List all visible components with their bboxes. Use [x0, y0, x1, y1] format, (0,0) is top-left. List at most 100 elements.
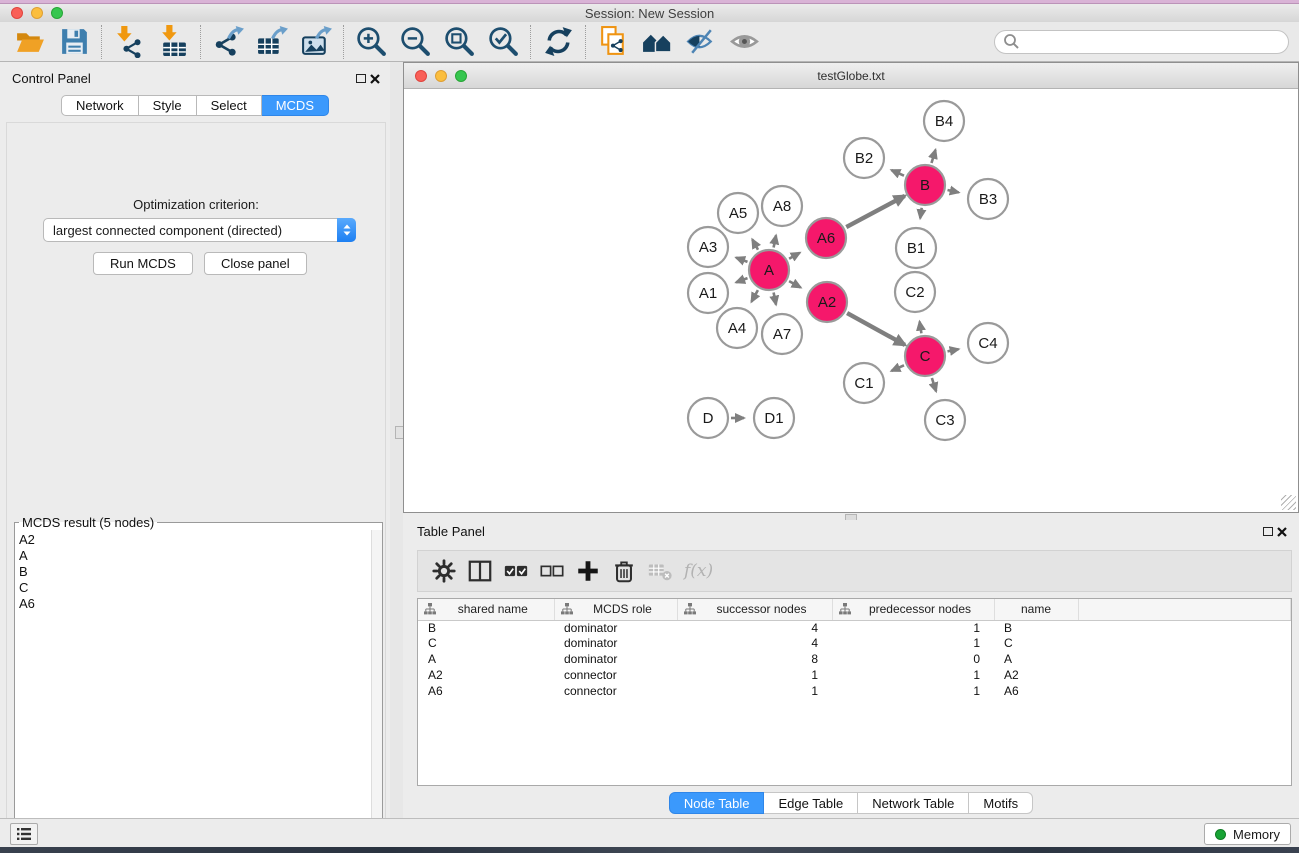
export-image-icon[interactable]	[294, 23, 338, 61]
memory-button[interactable]: Memory	[1204, 823, 1291, 845]
zoom-in-icon[interactable]	[349, 23, 393, 61]
tab-node-table[interactable]: Node Table	[669, 792, 765, 814]
zoom-fit-icon[interactable]	[437, 23, 481, 61]
houses-icon[interactable]	[635, 23, 679, 61]
graph-node-a1[interactable]: A1	[688, 273, 728, 313]
trash-icon[interactable]	[606, 553, 642, 589]
close-panel-button[interactable]: Close panel	[204, 252, 307, 275]
svg-text:C3: C3	[935, 412, 954, 429]
table-cell: 0	[832, 652, 994, 668]
network-canvas[interactable]: A A6 A2 B C A5 A8 A3 A1 A4 A7 B2 B4 B3 B…	[404, 89, 1298, 512]
tab-motifs[interactable]: Motifs	[969, 792, 1033, 814]
close-panel-icon[interactable]	[368, 72, 382, 86]
mcds-result-item[interactable]: B	[19, 564, 371, 580]
graph-node-b[interactable]: B	[905, 165, 945, 205]
refresh-icon[interactable]	[536, 23, 580, 61]
import-table-icon[interactable]	[151, 23, 195, 61]
graph-node-d[interactable]: D	[688, 398, 728, 438]
svg-text:B2: B2	[855, 150, 873, 167]
mcds-result-item[interactable]: A6	[19, 596, 371, 612]
search-box[interactable]	[994, 30, 1289, 54]
show-panels-button[interactable]	[10, 823, 38, 845]
toolbar-separator	[530, 25, 531, 59]
select-stepper-icon	[337, 218, 356, 242]
table-cell: 1	[832, 684, 994, 700]
eye-icon[interactable]	[723, 23, 767, 61]
graph-node-a3[interactable]: A3	[688, 227, 728, 267]
gear-icon[interactable]	[426, 553, 462, 589]
graph-edge	[774, 293, 776, 305]
network-window-titlebar[interactable]: testGlobe.txt	[404, 63, 1298, 89]
tab-select[interactable]: Select	[197, 95, 262, 116]
graph-edge	[789, 281, 801, 287]
application-window: Session: New Session Control Panel	[0, 0, 1299, 853]
tab-network-table[interactable]: Network Table	[858, 792, 969, 814]
graph-edge	[774, 235, 776, 247]
tab-style[interactable]: Style	[139, 95, 197, 116]
graph-edge	[752, 239, 758, 249]
graph-node-c4[interactable]: C4	[968, 323, 1008, 363]
graph-node-a5[interactable]: A5	[718, 193, 758, 233]
mcds-result-item[interactable]: C	[19, 580, 371, 596]
criterion-select[interactable]: largest connected component (directed)	[43, 218, 356, 242]
export-table-icon[interactable]	[250, 23, 294, 61]
graph-node-b3[interactable]: B3	[968, 179, 1008, 219]
svg-text:D: D	[703, 410, 714, 427]
result-scrollbar[interactable]	[371, 530, 382, 853]
open-folder-icon[interactable]	[8, 23, 52, 61]
zoom-selected-icon[interactable]	[481, 23, 525, 61]
table-cell: A2	[418, 668, 554, 684]
graph-node-c2[interactable]: C2	[895, 272, 935, 312]
eye-slash-icon[interactable]	[679, 23, 723, 61]
graph-node-a8[interactable]: A8	[762, 186, 802, 226]
float-panel-icon[interactable]	[354, 72, 368, 86]
column-header-predecessor-nodes[interactable]: predecessor nodes	[832, 599, 994, 620]
column-header-MCDS-role[interactable]: MCDS role	[554, 599, 677, 620]
graph-node-c3[interactable]: C3	[925, 400, 965, 440]
column-header-name[interactable]: name	[994, 599, 1078, 620]
graph-node-a7[interactable]: A7	[762, 314, 802, 354]
graph-edge	[932, 150, 936, 163]
graph-node-b2[interactable]: B2	[844, 138, 884, 178]
table-row[interactable]: Bdominator41B	[418, 620, 1291, 636]
graph-node-c[interactable]: C	[905, 336, 945, 376]
tab-edge-table[interactable]: Edge Table	[764, 792, 858, 814]
search-input[interactable]	[1025, 35, 1280, 49]
resize-grip[interactable]	[1281, 495, 1296, 510]
graph-edge	[920, 208, 922, 219]
table-row[interactable]: A2connector11A2	[418, 668, 1291, 684]
table-row[interactable]: A6connector11A6	[418, 684, 1291, 700]
deselect-all-icon[interactable]	[534, 553, 570, 589]
import-network-icon[interactable]	[107, 23, 151, 61]
columns-icon[interactable]	[462, 553, 498, 589]
select-all-icon[interactable]	[498, 553, 534, 589]
graph-node-a2[interactable]: A2	[807, 282, 847, 322]
add-icon[interactable]	[570, 553, 606, 589]
graph-node-a[interactable]: A	[749, 250, 789, 290]
close-table-panel-icon[interactable]	[1275, 525, 1289, 539]
graph-node-a6[interactable]: A6	[806, 218, 846, 258]
graph-node-c1[interactable]: C1	[844, 363, 884, 403]
copy-network-icon[interactable]	[591, 23, 635, 61]
graph-node-b1[interactable]: B1	[896, 228, 936, 268]
table-row[interactable]: Adominator80A	[418, 652, 1291, 668]
graph-node-b4[interactable]: B4	[924, 101, 964, 141]
export-network-icon[interactable]	[206, 23, 250, 61]
graph-node-d1[interactable]: D1	[754, 398, 794, 438]
svg-text:B4: B4	[935, 113, 953, 130]
run-mcds-button[interactable]: Run MCDS	[93, 252, 193, 275]
table-row[interactable]: Cdominator41C	[418, 636, 1291, 652]
zoom-out-icon[interactable]	[393, 23, 437, 61]
column-header-shared-name[interactable]: shared name	[418, 599, 554, 620]
memory-label: Memory	[1233, 827, 1280, 842]
mcds-result-item[interactable]: A	[19, 548, 371, 564]
search-icon	[1003, 33, 1019, 52]
graph-node-a4[interactable]: A4	[717, 308, 757, 348]
mcds-result-item[interactable]: A2	[19, 532, 371, 548]
float-table-panel-icon[interactable]	[1261, 525, 1275, 539]
tab-network[interactable]: Network	[61, 95, 139, 116]
tab-mcds[interactable]: MCDS	[262, 95, 329, 116]
table-tabs: Node TableEdge TableNetwork TableMotifs	[403, 792, 1299, 814]
column-header-successor-nodes[interactable]: successor nodes	[677, 599, 832, 620]
save-icon[interactable]	[52, 23, 96, 61]
